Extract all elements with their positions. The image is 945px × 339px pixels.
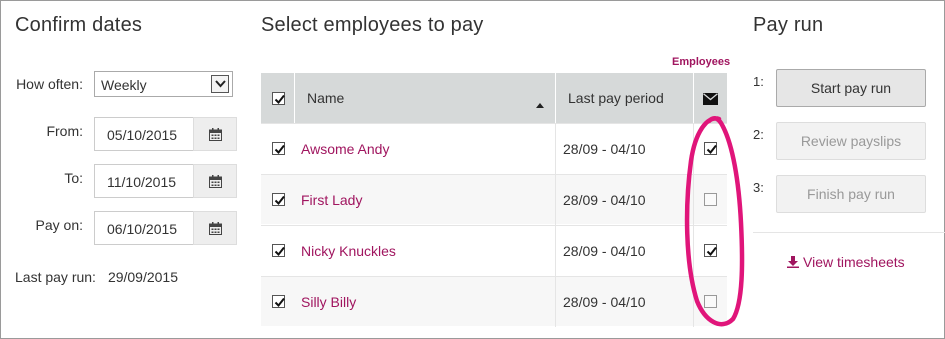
how-often-value: Weekly (101, 77, 147, 93)
email-payslip-checkbox[interactable] (704, 193, 717, 206)
how-often-select[interactable]: Weekly (94, 71, 233, 97)
employees-link[interactable]: Employees (672, 56, 730, 68)
employee-select-checkbox[interactable] (272, 244, 285, 257)
employee-name-link[interactable]: Nicky Knuckles (301, 243, 396, 259)
table-row: First Lady 28/09 - 04/10 (261, 174, 727, 225)
pay-on-label: Pay on: (35, 217, 83, 233)
employee-name-link[interactable]: First Lady (301, 192, 362, 208)
employee-name-link[interactable]: Awsome Andy (301, 141, 389, 157)
employee-select-checkbox[interactable] (272, 295, 285, 308)
table-row: Awsome Andy 28/09 - 04/10 (261, 123, 727, 174)
table-row: Silly Billy 28/09 - 04/10 (261, 276, 727, 327)
employee-select-checkbox[interactable] (272, 193, 285, 206)
select-employees-title: Select employees to pay (261, 14, 484, 36)
to-date-picker: 11/10/2015 (94, 164, 237, 198)
step-number: 3: (753, 180, 764, 195)
view-timesheets-label: View timesheets (803, 254, 905, 270)
pay-on-date-input[interactable]: 06/10/2015 (94, 211, 194, 245)
email-payslip-checkbox[interactable] (704, 142, 717, 155)
employee-last-pay-period: 28/09 - 04/10 (563, 294, 646, 310)
last-pay-run: Last pay run: 29/09/2015 (15, 269, 178, 285)
employee-name-link[interactable]: Silly Billy (301, 294, 356, 310)
column-header-name[interactable]: Name (307, 90, 344, 106)
calendar-icon[interactable] (193, 211, 237, 245)
chevron-down-icon[interactable] (211, 75, 229, 93)
pay-run-title: Pay run (753, 14, 824, 36)
from-label: From: (46, 123, 83, 139)
to-label: To: (64, 170, 83, 186)
confirm-dates-title: Confirm dates (15, 14, 143, 36)
column-header-last-pay-period[interactable]: Last pay period (568, 90, 664, 106)
pay-run-panel: Confirm dates How often: Weekly From: 05… (0, 0, 945, 339)
from-date-picker: 05/10/2015 (94, 117, 237, 151)
sort-up-icon[interactable] (536, 95, 544, 111)
calendar-icon[interactable] (193, 117, 237, 151)
view-timesheets-link[interactable]: View timesheets (787, 254, 905, 270)
finish-pay-run-button[interactable]: Finish pay run (776, 175, 926, 213)
table-row: Nicky Knuckles 28/09 - 04/10 (261, 225, 727, 276)
envelope-icon[interactable] (703, 92, 718, 108)
calendar-icon[interactable] (193, 164, 237, 198)
email-payslip-checkbox[interactable] (704, 244, 717, 257)
select-all-checkbox[interactable] (272, 92, 285, 105)
employee-select-checkbox[interactable] (272, 142, 285, 155)
download-icon (787, 256, 799, 268)
last-pay-run-label: Last pay run: (15, 269, 96, 285)
step-number: 2: (753, 127, 764, 142)
from-date-input[interactable]: 05/10/2015 (94, 117, 194, 151)
last-pay-run-value: 29/09/2015 (107, 269, 179, 285)
review-payslips-button[interactable]: Review payslips (776, 122, 926, 160)
employee-last-pay-period: 28/09 - 04/10 (563, 192, 646, 208)
table-header: Name Last pay period (261, 73, 727, 123)
start-pay-run-button[interactable]: Start pay run (776, 69, 926, 107)
email-payslip-checkbox[interactable] (704, 295, 717, 308)
divider (753, 232, 945, 233)
how-often-label: How often: (16, 76, 83, 92)
to-date-input[interactable]: 11/10/2015 (94, 164, 194, 198)
pay-on-date-picker: 06/10/2015 (94, 211, 237, 245)
employee-last-pay-period: 28/09 - 04/10 (563, 243, 646, 259)
employee-last-pay-period: 28/09 - 04/10 (563, 141, 646, 157)
step-number: 1: (753, 74, 764, 89)
